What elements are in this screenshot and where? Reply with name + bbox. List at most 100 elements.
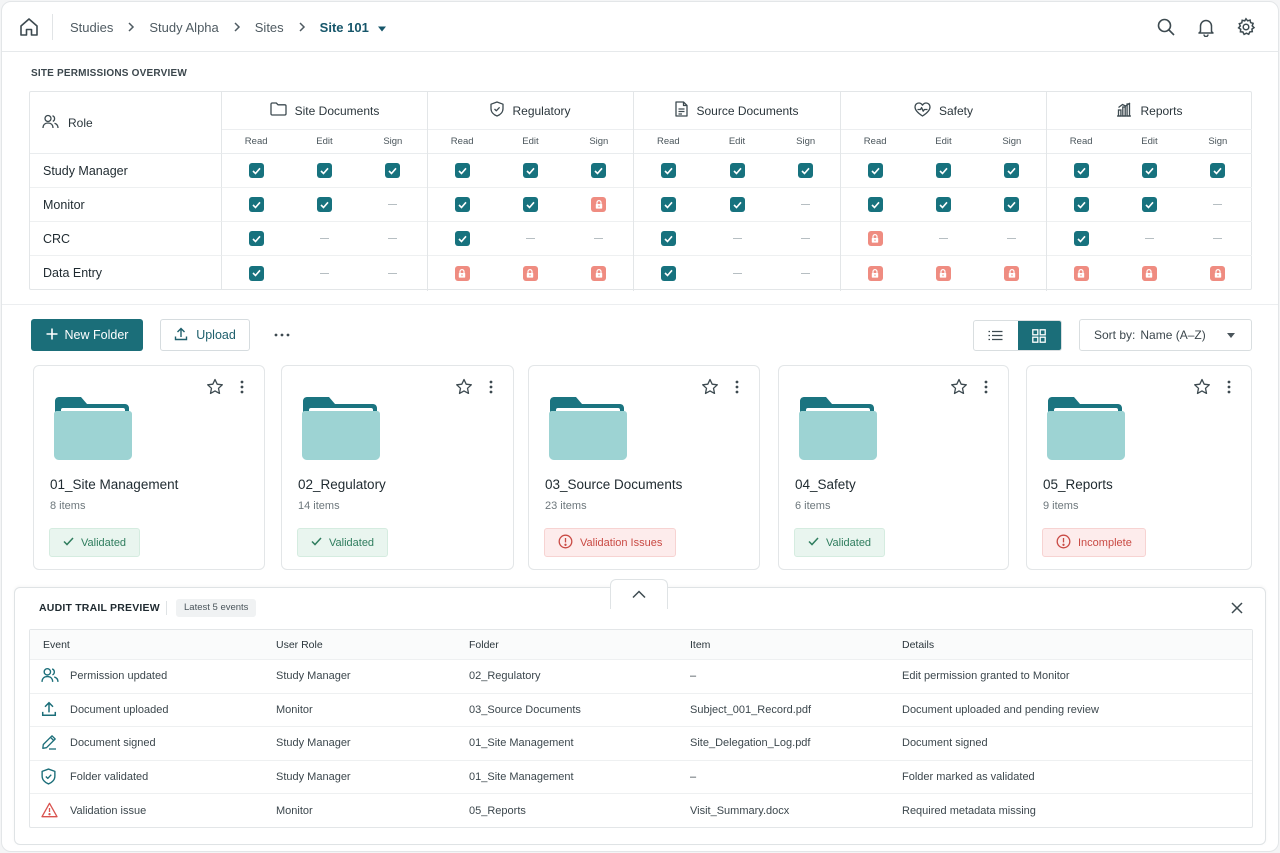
permission-row [1047, 154, 1252, 188]
checkbox-checked-icon[interactable] [1141, 163, 1157, 178]
checkbox-checked-icon[interactable] [316, 163, 332, 178]
folder-icon [799, 396, 877, 460]
lock-icon[interactable] [935, 265, 951, 281]
more-options-icon[interactable] [270, 323, 294, 347]
checkbox-checked-icon[interactable] [385, 163, 401, 178]
star-icon[interactable] [455, 378, 473, 396]
grid-view-icon[interactable] [1017, 321, 1061, 350]
lock-icon[interactable] [1004, 265, 1020, 281]
checkbox-checked-icon[interactable] [591, 163, 607, 178]
permission-cell [1047, 188, 1115, 221]
audit-folder: 03_Source Documents [469, 703, 581, 716]
bell-icon[interactable] [1196, 17, 1216, 38]
lock-icon[interactable] [454, 265, 470, 281]
checkbox-checked-icon[interactable] [1073, 231, 1089, 246]
audit-row[interactable]: Permission updated Study Manager 02_Regula… [30, 660, 1252, 694]
checkbox-checked-icon[interactable] [660, 265, 676, 281]
permission-row [428, 222, 633, 256]
checkbox-checked-icon[interactable] [729, 163, 745, 178]
checkbox-checked-icon[interactable] [522, 163, 538, 178]
permission-cell [359, 256, 427, 290]
folder-card[interactable]: 03_Source Documents 23 items Validation Is… [528, 365, 760, 570]
checkbox-checked-icon[interactable] [248, 197, 264, 212]
permission-row [841, 256, 1046, 290]
checkbox-checked-icon[interactable] [316, 197, 332, 212]
audit-row[interactable]: Validation issue Monitor 05_Reports Visit_S… [30, 794, 1252, 828]
folder-card[interactable]: 05_Reports 9 items Incomplete [1026, 365, 1252, 570]
checkbox-checked-icon[interactable] [1073, 163, 1089, 178]
checkbox-checked-icon[interactable] [798, 163, 814, 178]
checkbox-checked-icon[interactable] [660, 163, 676, 178]
checkbox-checked-icon[interactable] [1004, 197, 1020, 212]
checkbox-checked-icon[interactable] [935, 163, 951, 178]
kebab-menu-icon[interactable] [1223, 378, 1235, 396]
not-applicable-dash [1007, 238, 1017, 239]
star-icon[interactable] [1193, 378, 1211, 396]
close-icon[interactable] [1229, 600, 1245, 616]
lock-icon[interactable] [1210, 265, 1226, 281]
list-view-icon[interactable] [974, 321, 1018, 350]
upload-button[interactable]: Upload [160, 319, 250, 351]
permission-column-sign: Sign [383, 136, 403, 147]
star-icon[interactable] [701, 378, 719, 396]
checkbox-checked-icon[interactable] [1210, 163, 1226, 178]
folder-card[interactable]: 02_Regulatory 14 items Validated [281, 365, 514, 570]
audit-row[interactable]: Document signed Study Manager 01_Site Mana… [30, 727, 1252, 761]
kebab-menu-icon[interactable] [236, 378, 248, 396]
lock-icon[interactable] [867, 265, 883, 281]
breadcrumb-sites[interactable]: Sites [255, 20, 284, 35]
home-icon[interactable] [18, 16, 40, 38]
alert-circle-icon [558, 534, 573, 552]
audit-row[interactable]: Folder validated Study Manager 01_Site Man… [30, 761, 1252, 794]
lock-icon[interactable] [591, 265, 607, 281]
permission-cell [565, 154, 633, 187]
folder-icon [302, 396, 380, 460]
upload-label: Upload [196, 328, 236, 342]
folder-card[interactable]: 01_Site Management 8 items Validated [33, 365, 265, 570]
checkbox-checked-icon[interactable] [454, 197, 470, 212]
checkbox-checked-icon[interactable] [729, 197, 745, 212]
checkbox-checked-icon[interactable] [454, 231, 470, 246]
audit-event: Permission updated [41, 660, 167, 693]
star-icon[interactable] [950, 378, 968, 396]
checkbox-checked-icon[interactable] [1004, 163, 1020, 178]
checkbox-checked-icon[interactable] [1141, 197, 1157, 212]
lock-icon[interactable] [1141, 265, 1157, 281]
lock-icon[interactable] [522, 265, 538, 281]
checkbox-checked-icon[interactable] [867, 163, 883, 178]
checkbox-checked-icon[interactable] [248, 265, 264, 281]
checkbox-checked-icon[interactable] [522, 197, 538, 212]
upload-icon [41, 701, 59, 719]
checkbox-checked-icon[interactable] [660, 231, 676, 246]
checkbox-checked-icon[interactable] [1073, 197, 1089, 212]
breadcrumb-site-selector[interactable]: Site 101 [320, 20, 387, 35]
permission-cell [978, 154, 1046, 187]
lock-icon[interactable] [591, 197, 607, 212]
permission-cell [1184, 222, 1252, 255]
breadcrumb-study-alpha[interactable]: Study Alpha [149, 20, 218, 35]
lock-icon[interactable] [1073, 265, 1089, 281]
role-name: Data Entry [30, 256, 222, 290]
collapse-panel-button[interactable] [610, 579, 668, 609]
checkbox-checked-icon[interactable] [867, 197, 883, 212]
kebab-menu-icon[interactable] [731, 378, 743, 396]
lock-icon[interactable] [867, 231, 883, 246]
checkbox-checked-icon[interactable] [935, 197, 951, 212]
kebab-menu-icon[interactable] [980, 378, 992, 396]
sort-dropdown[interactable]: Sort by: Name (A–Z) [1079, 319, 1252, 351]
audit-details: Folder marked as validated [902, 770, 1035, 783]
breadcrumb: Studies Study Alpha Sites Site 101 [70, 2, 387, 52]
gear-icon[interactable] [1236, 17, 1256, 37]
new-folder-button[interactable]: New Folder [31, 319, 143, 351]
folder-card[interactable]: 04_Safety 6 items Validated [778, 365, 1009, 570]
audit-row[interactable]: Document uploaded Monitor 03_Source Docume… [30, 694, 1252, 727]
kebab-menu-icon[interactable] [485, 378, 497, 396]
checkbox-checked-icon[interactable] [248, 163, 264, 178]
checkbox-checked-icon[interactable] [454, 163, 470, 178]
star-icon[interactable] [206, 378, 224, 396]
checkbox-checked-icon[interactable] [248, 231, 264, 246]
checkbox-checked-icon[interactable] [660, 197, 676, 212]
search-icon[interactable] [1156, 17, 1176, 37]
permission-cell [222, 188, 290, 221]
breadcrumb-studies[interactable]: Studies [70, 20, 113, 35]
